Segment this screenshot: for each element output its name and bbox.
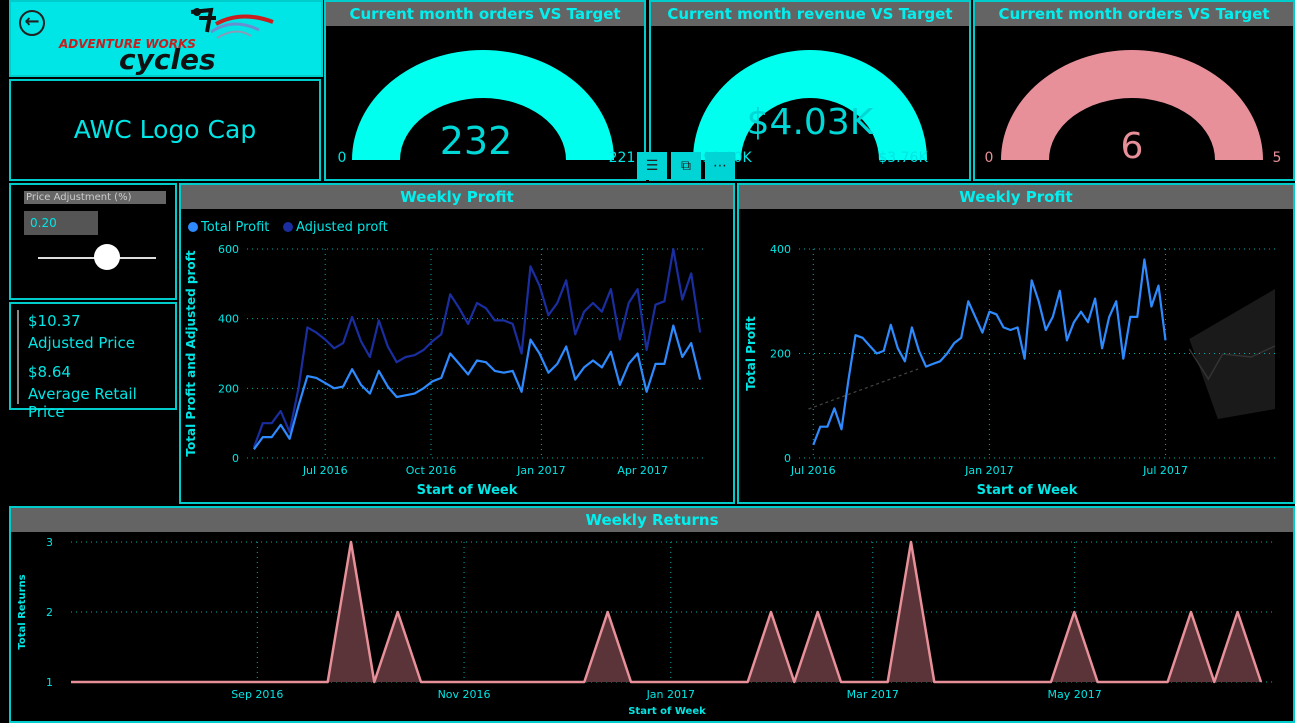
x-tick-label: Nov 2016 bbox=[438, 688, 491, 701]
brand-logo: ← ADVENTURE WORKS cycles bbox=[9, 0, 323, 77]
focus-mode-icon[interactable]: ⧉ bbox=[671, 152, 701, 180]
price-slicer: Price Adjustment (%) 0.20 bbox=[9, 183, 177, 300]
avg-price-value: $8.64 bbox=[28, 363, 71, 381]
chart-title: Weekly Returns bbox=[11, 508, 1293, 532]
gauge-card-orders: Current month orders VS Target 232 0 221 bbox=[324, 0, 646, 181]
product-card: AWC Logo Cap bbox=[9, 79, 321, 181]
chart-title: Weekly Profit bbox=[181, 185, 733, 209]
slider-handle[interactable] bbox=[94, 244, 120, 270]
card-divider bbox=[17, 310, 19, 404]
gauge-min: 0 bbox=[985, 150, 994, 166]
series-line-0 bbox=[812, 258, 1167, 446]
series-line-1 bbox=[252, 247, 702, 448]
x-tick-label: Jan 2017 bbox=[964, 464, 1013, 477]
profit-forecast-svg: 0200400Jul 2016 Jan 2017 Jul 2017Start of … bbox=[744, 243, 1276, 498]
y-tick-label: 0 bbox=[232, 452, 239, 465]
gauge-max: 221 bbox=[609, 150, 636, 166]
gauge-max: 5 bbox=[1273, 150, 1282, 166]
x-axis-title: Start of Week bbox=[977, 483, 1078, 498]
x-tick-label: Sep 2016 bbox=[231, 688, 283, 701]
returns-chart-svg: 1 2 3 Sep 2016 Nov 2016 Jan 2017 Mar 2017 May 2… bbox=[17, 536, 1273, 717]
series-line-0 bbox=[253, 324, 702, 450]
x-tick-label: Jan 2017 bbox=[646, 688, 695, 701]
legend-dot-adjusted bbox=[283, 222, 293, 232]
x-tick-label: Mar 2017 bbox=[847, 688, 899, 701]
legend-dot-total bbox=[188, 222, 198, 232]
gauge-card-orders-2: Current month orders VS Target 6 0 5 bbox=[973, 0, 1295, 181]
slider-value-input[interactable]: 0.20 bbox=[24, 211, 98, 235]
forecast-band bbox=[1189, 289, 1275, 419]
more-options-icon[interactable]: ⋯ bbox=[705, 152, 735, 180]
weekly-profit-chart: Weekly Profit Total Profit Adjusted proft… bbox=[179, 183, 735, 504]
price-card: $10.37 Adjusted Price $8.64 Average Reta… bbox=[9, 302, 177, 421]
legend-label-total: Total Profit bbox=[200, 220, 269, 235]
gauge-title: Current month orders VS Target bbox=[975, 2, 1293, 26]
x-tick-label: Jul 2016 bbox=[790, 464, 836, 477]
x-tick-label: May 2017 bbox=[1048, 688, 1102, 701]
x-tick-label: Jul 2017 bbox=[1142, 464, 1188, 477]
product-name: AWC Logo Cap bbox=[73, 115, 257, 144]
brand-bottom-text: cycles bbox=[119, 43, 216, 76]
x-axis-title: Start of Week bbox=[628, 706, 706, 717]
gauge-title: Current month revenue VS Target bbox=[651, 2, 969, 26]
weekly-returns-chart: Weekly Returns 1 2 3 Sep 2016 Nov 2016 Jan 20… bbox=[9, 506, 1295, 723]
x-tick-label: Oct 2016 bbox=[406, 464, 457, 477]
adjusted-price-value: $10.37 bbox=[28, 312, 81, 330]
gauge-title: Current month orders VS Target bbox=[326, 2, 644, 26]
avg-price-label: Average Retail Price bbox=[28, 385, 137, 421]
profit-chart-svg: Total Profit Adjusted proft 0 200 400 600 Jul … bbox=[184, 220, 707, 498]
y-tick-label: 400 bbox=[770, 243, 791, 256]
x-tick-label: Apr 2017 bbox=[617, 464, 668, 477]
x-axis-title: Start of Week bbox=[417, 483, 518, 498]
gauge-min: 0 bbox=[338, 150, 347, 166]
chart-title: Weekly Profit bbox=[739, 185, 1293, 209]
y-tick-label: 3 bbox=[46, 536, 53, 549]
gauge-value: 232 bbox=[440, 119, 513, 163]
gauge-max: $3.76K bbox=[878, 150, 928, 166]
gauge-value: 6 bbox=[1121, 126, 1144, 167]
filter-icon[interactable]: ☰ bbox=[637, 152, 667, 180]
x-tick-label: Jul 2016 bbox=[302, 464, 348, 477]
trend-line bbox=[808, 368, 919, 410]
x-tick-label: Jan 2017 bbox=[516, 464, 565, 477]
cycles-logo-graphic: ADVENTURE WORKS cycles bbox=[58, 7, 274, 76]
gauge-chart: 232 0 221 bbox=[338, 50, 636, 166]
y-axis-title: Total Profit and Adjusted proft bbox=[184, 250, 198, 456]
weekly-profit-forecast-chart: Weekly Profit 0 200 400 Jul 2016 Jan 2017 Jul… bbox=[737, 183, 1295, 504]
y-axis-title: Total Profit bbox=[744, 316, 758, 391]
gauge-chart: 6 0 5 bbox=[985, 50, 1282, 167]
legend-label-adjusted: Adjusted proft bbox=[296, 220, 388, 235]
y-axis-title: Total Returns bbox=[17, 574, 28, 649]
slider-label: Price Adjustment (%) bbox=[24, 191, 166, 204]
y-tick-label: 600 bbox=[218, 243, 239, 256]
y-tick-label: 1 bbox=[46, 676, 53, 689]
adjusted-price-label: Adjusted Price bbox=[28, 334, 135, 352]
y-tick-label: 400 bbox=[218, 313, 239, 326]
y-tick-label: 2 bbox=[46, 606, 53, 619]
y-tick-label: 200 bbox=[770, 348, 791, 361]
gauge-value: $4.03K bbox=[747, 102, 875, 143]
y-tick-label: 200 bbox=[218, 382, 239, 395]
